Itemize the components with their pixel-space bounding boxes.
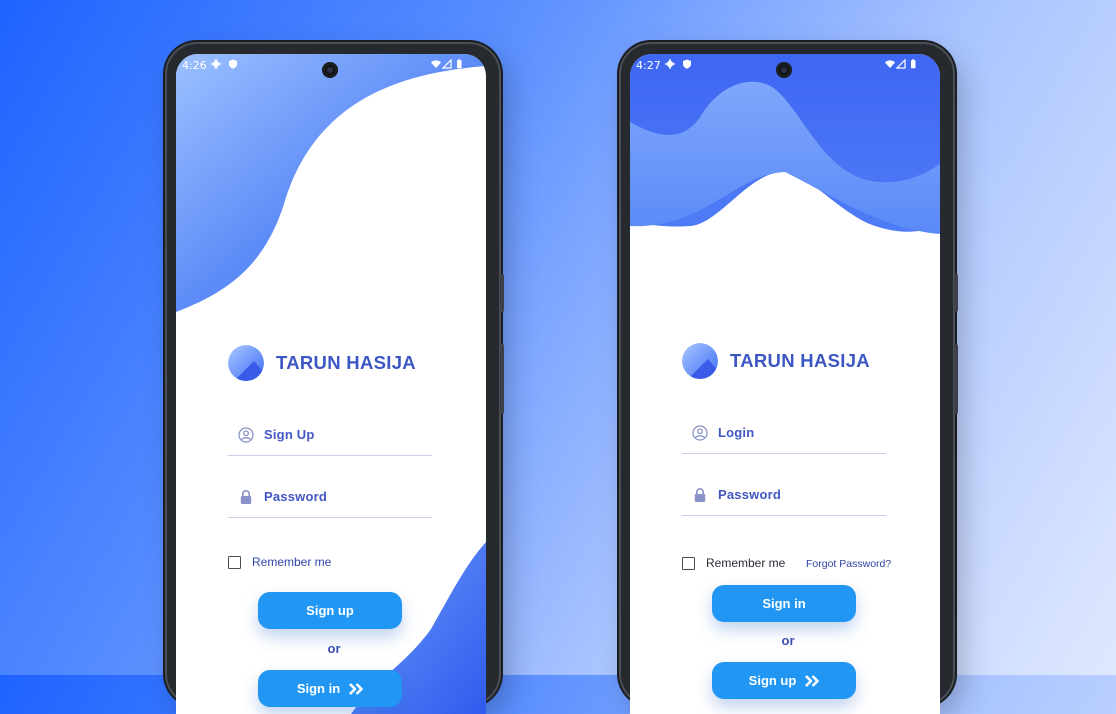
- sign-in-button-label: Sign in: [762, 596, 806, 611]
- gear-icon: [211, 59, 221, 69]
- sign-in-button[interactable]: Sign in: [712, 585, 856, 622]
- password-placeholder: Password: [718, 487, 782, 502]
- remember-me-label: Remember me: [252, 555, 332, 569]
- double-chevron-right-icon: [805, 674, 820, 687]
- sign-up-button[interactable]: Sign up: [258, 592, 402, 629]
- wifi-icon: [431, 60, 441, 68]
- volume-button: [500, 274, 504, 312]
- or-divider: or: [781, 633, 795, 648]
- wifi-icon: [885, 60, 895, 68]
- power-button: [954, 344, 958, 414]
- sign-up-button-label: Sign up: [748, 673, 797, 688]
- sign-in-button-label: Sign in: [296, 681, 341, 696]
- double-chevron-right-icon: [349, 682, 363, 695]
- login-password-field[interactable]: Password: [682, 479, 886, 516]
- status-time: 4:27: [636, 59, 661, 72]
- brand-logo-icon: [682, 343, 718, 379]
- volume-button: [954, 274, 958, 312]
- front-camera: [322, 62, 338, 78]
- signal-icon: [442, 59, 452, 69]
- remember-me-checkbox[interactable]: [228, 555, 241, 569]
- sign-up-button[interactable]: Sign up: [712, 662, 856, 699]
- forgot-password-link[interactable]: Forgot Password?: [806, 558, 891, 570]
- signup-password-field[interactable]: Password: [228, 481, 432, 518]
- lock-icon: [240, 490, 252, 504]
- user-circle-icon: [692, 425, 708, 441]
- signal-icon: [896, 59, 906, 69]
- brand-name: TARUN HASIJA: [730, 350, 870, 371]
- phone-frame-left: 4:26 TARUN HASIJA Sign Up Password Remem…: [167, 44, 504, 714]
- power-button: [500, 344, 504, 414]
- brand-name: TARUN HASIJA: [276, 352, 416, 373]
- remember-me-label: Remember me: [706, 556, 786, 570]
- phone-frame-right: 4:27 TARUN HASIJA Login Password Remembe…: [621, 44, 958, 714]
- user-circle-icon: [238, 427, 254, 443]
- login-username-field[interactable]: Login: [682, 417, 886, 454]
- sign-in-button[interactable]: Sign in: [258, 670, 402, 707]
- or-divider: or: [327, 641, 341, 656]
- shield-icon: [229, 59, 237, 69]
- username-placeholder: Login: [718, 425, 755, 440]
- password-placeholder: Password: [264, 489, 328, 504]
- remember-me-checkbox[interactable]: [682, 556, 695, 570]
- signup-screen: 4:26 TARUN HASIJA Sign Up Password Remem…: [176, 54, 486, 714]
- brand-header: TARUN HASIJA: [682, 342, 870, 380]
- status-time: 4:26: [182, 59, 207, 72]
- brand-logo-icon: [228, 345, 264, 381]
- username-placeholder: Sign Up: [264, 427, 315, 442]
- front-camera: [776, 62, 792, 78]
- shield-icon: [683, 59, 691, 69]
- signup-username-field[interactable]: Sign Up: [228, 419, 432, 456]
- battery-icon: [911, 59, 916, 69]
- sign-up-button-label: Sign up: [306, 603, 354, 618]
- remember-me-row[interactable]: Remember me: [682, 555, 785, 571]
- login-screen: 4:27 TARUN HASIJA Login Password Remembe…: [630, 54, 940, 714]
- brand-header: TARUN HASIJA: [228, 344, 416, 382]
- gear-icon: [665, 59, 675, 69]
- lock-icon: [694, 488, 706, 502]
- battery-icon: [457, 59, 462, 69]
- remember-me-row[interactable]: Remember me: [228, 554, 331, 570]
